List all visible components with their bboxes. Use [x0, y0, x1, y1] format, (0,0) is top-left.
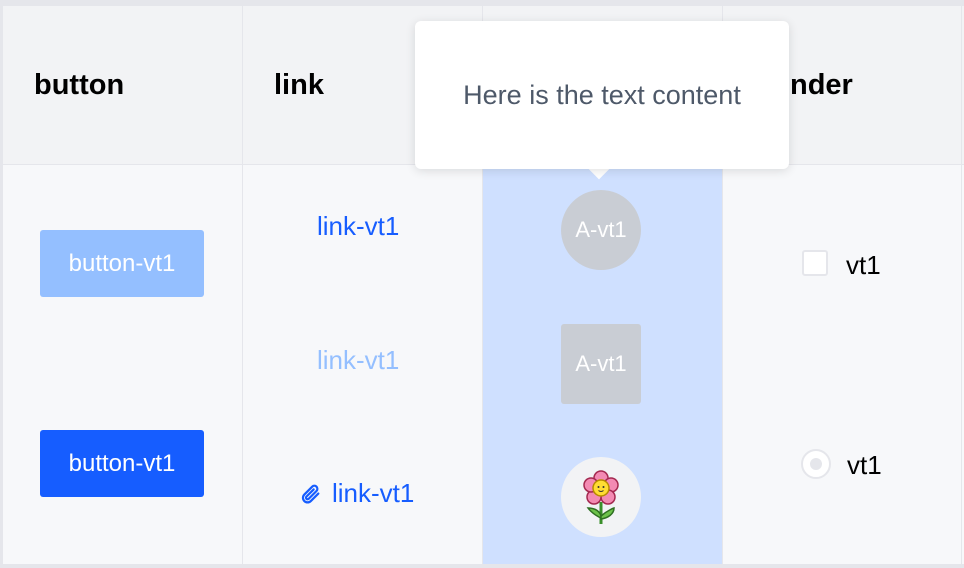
paperclip-icon	[300, 483, 322, 505]
column-divider	[242, 6, 243, 564]
avatar-circle: A-vt1	[561, 190, 641, 270]
avatar-square: A-vt1	[561, 324, 641, 404]
disabled-button[interactable]: button-vt1	[40, 230, 204, 297]
column-divider	[961, 6, 962, 564]
tooltip-text: Here is the text content	[463, 79, 741, 110]
header-button: button	[34, 68, 125, 101]
link-label: link-vt1	[332, 478, 415, 508]
checkbox-label: vt1	[846, 250, 881, 280]
radio-button[interactable]	[801, 449, 831, 479]
checkbox[interactable]	[802, 250, 828, 276]
flower-icon	[568, 464, 634, 530]
primary-button[interactable]: button-vt1	[40, 430, 204, 497]
avatar-image	[561, 457, 641, 537]
tooltip: Here is the text content	[415, 21, 789, 169]
header-render: nder	[790, 68, 853, 101]
link-disabled[interactable]: link-vt1	[317, 345, 399, 376]
link-label: link-vt1	[317, 211, 400, 241]
link-label: link-vt1	[317, 345, 400, 375]
header-link: link	[274, 68, 324, 101]
link-normal[interactable]: link-vt1	[317, 211, 399, 242]
radio-label: vt1	[847, 450, 882, 480]
link-with-icon[interactable]: link-vt1	[300, 478, 414, 509]
